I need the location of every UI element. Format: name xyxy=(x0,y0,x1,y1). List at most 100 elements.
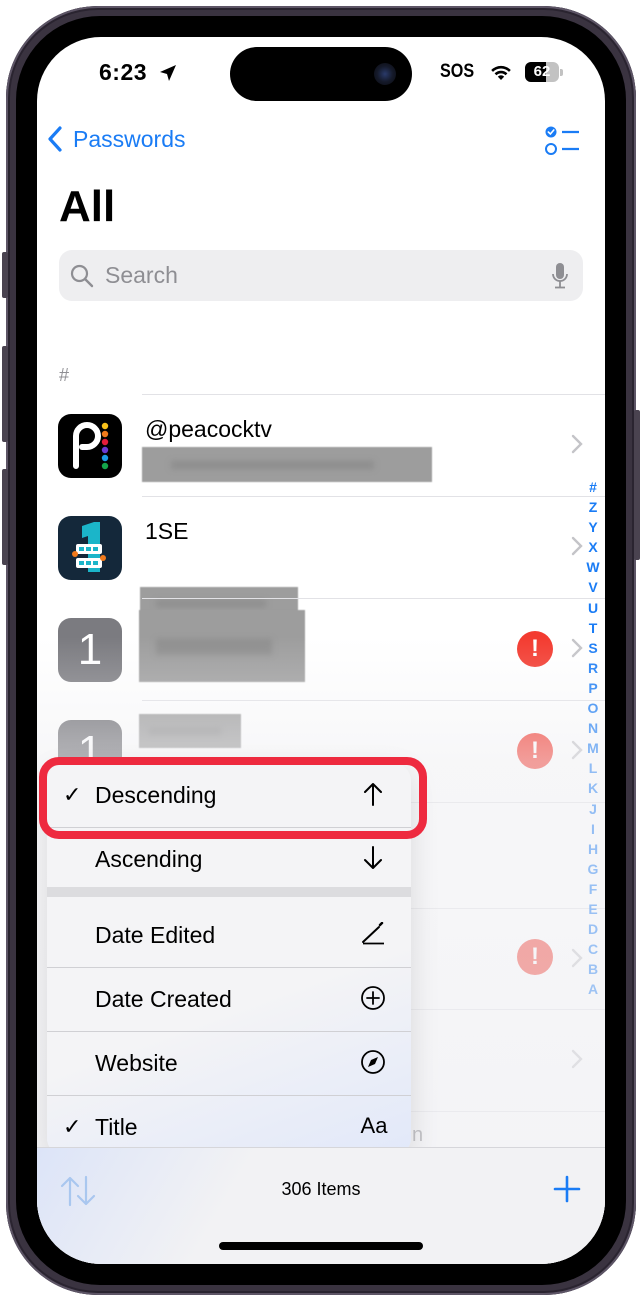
home-indicator[interactable] xyxy=(219,1242,423,1250)
volume-down-button xyxy=(2,469,8,565)
screen: 6:23 SOS 62 Passwords All Search # @peac… xyxy=(37,37,605,1264)
compass-icon xyxy=(359,1048,387,1076)
battery-percent: 62 xyxy=(533,63,551,80)
checklist-icon[interactable] xyxy=(545,125,581,157)
index-letter[interactable]: K xyxy=(588,778,598,798)
carrier-label: SOS xyxy=(439,61,474,82)
checkmark-icon: ✓ xyxy=(63,782,82,807)
index-letter[interactable]: B xyxy=(588,959,598,979)
status-indicators: SOS 62 xyxy=(437,61,563,83)
warning-badge[interactable]: ! xyxy=(517,939,553,975)
redacted-subtitle xyxy=(142,447,432,482)
chevron-right-icon xyxy=(571,638,583,658)
battery-icon: 62 xyxy=(525,62,559,82)
number-1-placeholder-icon: 1 xyxy=(58,618,122,682)
menu-item-label: Ascending xyxy=(95,846,203,872)
chevron-right-icon xyxy=(571,948,583,968)
index-letter[interactable]: G xyxy=(588,859,599,879)
text-format-icon: Aa xyxy=(357,1112,391,1140)
index-letter[interactable]: F xyxy=(589,879,598,899)
index-letter[interactable]: L xyxy=(589,758,598,778)
menu-item-label: Title xyxy=(95,1114,138,1140)
bottom-toolbar: 306 Items xyxy=(37,1147,605,1264)
1se-app-icon xyxy=(58,516,122,580)
index-letter[interactable]: # xyxy=(589,477,597,497)
placeholder-glyph: 1 xyxy=(77,625,103,674)
index-letter[interactable]: D xyxy=(588,919,598,939)
menu-item-label: Descending xyxy=(95,782,217,808)
warning-badge[interactable]: ! xyxy=(517,733,553,769)
index-letter[interactable]: C xyxy=(588,939,598,959)
menu-item-date-edited[interactable]: Date Edited xyxy=(47,903,411,967)
item-subtitle-fragment: n xyxy=(412,1124,424,1146)
list-item[interactable]: 1SE xyxy=(37,496,605,620)
volume-up-button xyxy=(2,346,8,442)
pencil-line-icon xyxy=(359,920,387,948)
page-title: All xyxy=(59,182,116,231)
chevron-right-icon xyxy=(571,536,583,556)
redacted-title xyxy=(139,714,241,748)
index-letter[interactable]: Y xyxy=(588,517,597,537)
arrow-down-icon xyxy=(359,844,387,872)
back-label: Passwords xyxy=(73,125,186,152)
dynamic-island xyxy=(230,47,412,101)
menu-item-website[interactable]: Website xyxy=(47,1031,411,1095)
index-letter[interactable]: X xyxy=(588,537,597,557)
menu-item-label: Website xyxy=(95,1050,178,1076)
menu-item-ascending[interactable]: Ascending xyxy=(47,827,411,891)
back-button[interactable]: Passwords xyxy=(47,125,185,153)
menu-item-date-created[interactable]: Date Created xyxy=(47,967,411,1031)
redacted-title-subtitle xyxy=(139,610,305,682)
list-item[interactable]: 1 ! xyxy=(37,598,605,700)
wifi-icon xyxy=(491,65,511,80)
menu-item-descending[interactable]: ✓ Descending xyxy=(47,763,411,827)
chevron-right-icon xyxy=(571,1049,583,1069)
index-letter[interactable]: W xyxy=(586,557,599,577)
status-time: 6:23 xyxy=(99,59,148,85)
search-field[interactable] xyxy=(59,250,583,301)
peacock-app-icon xyxy=(58,414,122,478)
index-letter[interactable]: N xyxy=(588,718,598,738)
index-letter[interactable]: U xyxy=(588,598,598,618)
index-letter[interactable]: V xyxy=(588,577,597,597)
index-letter[interactable]: Z xyxy=(589,497,598,517)
list-item[interactable]: @peacocktv xyxy=(37,394,605,496)
camera-icon xyxy=(374,63,396,85)
toolbar-divider xyxy=(37,1147,605,1148)
arrow-up-icon xyxy=(359,780,387,808)
items-count: 306 Items xyxy=(281,1179,361,1199)
microphone-icon[interactable] xyxy=(551,262,569,290)
index-letter[interactable]: I xyxy=(591,819,595,839)
index-letter[interactable]: T xyxy=(589,618,598,638)
index-letter[interactable]: O xyxy=(588,698,599,718)
index-letter[interactable]: S xyxy=(588,638,597,658)
item-title: 1SE xyxy=(145,518,189,544)
index-letter[interactable]: P xyxy=(588,678,597,698)
magnifying-glass-icon xyxy=(70,264,94,287)
chevron-left-icon xyxy=(48,126,62,152)
section-index-bar[interactable]: # Z Y X W V U T S R P O N M L K J I H G F E D C B A xyxy=(584,477,602,999)
menu-item-label: Date Created xyxy=(95,986,232,1012)
item-title: @peacocktv xyxy=(145,416,272,442)
action-button xyxy=(2,252,8,298)
index-letter[interactable]: A xyxy=(588,979,598,999)
search-input[interactable] xyxy=(103,261,551,290)
index-letter[interactable]: E xyxy=(588,899,597,919)
power-button xyxy=(634,410,640,560)
index-letter[interactable]: R xyxy=(588,658,598,678)
warning-badge[interactable]: ! xyxy=(517,631,553,667)
location-arrow-icon xyxy=(160,65,176,81)
chevron-right-icon xyxy=(571,740,583,760)
chevron-right-icon xyxy=(571,434,583,454)
index-letter[interactable]: M xyxy=(587,738,599,758)
plus-circle-icon xyxy=(359,984,387,1012)
menu-item-label: Date Edited xyxy=(95,922,216,948)
index-letter[interactable]: J xyxy=(589,799,597,819)
sort-menu: ✓ Descending Ascending Date Edited Date … xyxy=(47,763,411,1156)
section-header: # xyxy=(59,365,70,385)
index-letter[interactable]: H xyxy=(588,839,598,859)
menu-group-divider xyxy=(47,887,411,897)
checkmark-icon: ✓ xyxy=(63,1114,82,1139)
battery-cap xyxy=(560,68,563,76)
plus-icon[interactable] xyxy=(553,1175,581,1203)
